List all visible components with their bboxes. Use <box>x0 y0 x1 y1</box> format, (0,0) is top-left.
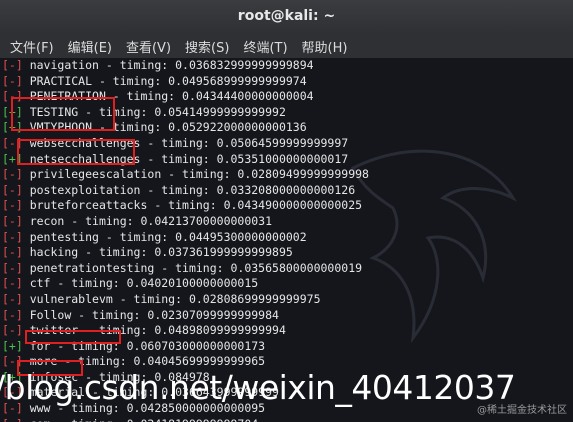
terminal-line: [-] com - timing: 0.02418199999999704 <box>2 417 369 422</box>
terminal-line: [-] privilegeescalation - timing: 0.0280… <box>2 167 369 183</box>
line-text: navigation - timing: 0.03683299999999989… <box>22 58 314 72</box>
line-text: ctf - timing: 0.04020100000000015 <box>22 276 259 291</box>
terminal-line: [-] postexploitation - timing: 0.0332080… <box>2 183 369 199</box>
menu-view[interactable]: 查看(V) <box>116 37 171 56</box>
terminal-line: [-] Follow - timing: 0.02307099999999984 <box>2 308 369 324</box>
line-text: privilegeescalation - timing: 0.02809499… <box>22 167 369 182</box>
menu-help[interactable]: 帮助(H) <box>292 37 348 56</box>
menu-edit[interactable]: 编辑(E) <box>58 37 112 56</box>
result-marker: [-] <box>2 323 23 338</box>
line-text: bruteforceattacks - timing: 0.0434900000… <box>22 198 363 213</box>
highlight-box-for <box>25 330 121 344</box>
line-text: postexploitation - timing: 0.03320800000… <box>22 182 356 197</box>
terminal-line: [-] penetrationtesting - timing: 0.03565… <box>2 261 369 277</box>
line-text: recon - timing: 0.04213700000000031 <box>22 213 273 228</box>
menu-terminal[interactable]: 终端(T) <box>233 37 287 56</box>
result-marker: [-] <box>2 58 23 72</box>
result-marker: [+] <box>2 338 23 353</box>
result-marker: [-] <box>2 182 23 197</box>
highlight-box-testing <box>11 97 115 131</box>
menu-file[interactable]: 文件(F) <box>0 37 54 56</box>
result-marker: [-] <box>2 198 23 213</box>
terminal-line: [-] PRACTICAL - timing: 0.04956899999999… <box>2 74 369 90</box>
line-text: PRACTICAL - timing: 0.049568999999999974 <box>22 73 307 88</box>
terminal-line: [-] pentesting - timing: 0.0449530000000… <box>2 230 369 246</box>
terminal-line: [-] vulnerablevm - timing: 0.02808699999… <box>2 292 369 308</box>
line-text: hacking - timing: 0.037361999999999895 <box>22 245 293 260</box>
title-bar: root@kali: ~ <box>0 0 573 34</box>
terminal-line: [-] recon - timing: 0.04213700000000031 <box>2 214 369 230</box>
result-marker: [-] <box>2 213 23 228</box>
result-marker: [-] <box>2 307 23 322</box>
line-text: com - timing: 0.02418199999999704 <box>23 417 258 422</box>
terminal-line: [-] bruteforceattacks - timing: 0.043490… <box>2 198 369 214</box>
result-marker: [-] <box>2 260 23 275</box>
terminal-line: [-] hacking - timing: 0.0373619999999998… <box>2 245 369 261</box>
terminal-line: [-] navigation - timing: 0.0368329999999… <box>2 58 369 74</box>
result-marker: [-] <box>2 417 23 422</box>
result-marker: [-] <box>2 229 23 244</box>
window-title: root@kali: ~ <box>237 8 336 24</box>
line-text: penetrationtesting - timing: 0.035658000… <box>22 260 363 275</box>
watermark-text: /blog.csdn.net/weixin_40412037 <box>0 368 516 407</box>
result-marker: [-] <box>2 245 23 260</box>
highlight-box-netsec <box>17 139 135 165</box>
result-marker: [-] <box>2 291 23 306</box>
terminal-line: [-] ctf - timing: 0.04020100000000015 <box>2 276 369 292</box>
result-marker: [-] <box>2 73 23 88</box>
result-marker: [-] <box>2 276 23 291</box>
line-text: vulnerablevm - timing: 0.028086999999999… <box>22 291 321 306</box>
line-text: pentesting - timing: 0.04495300000000002 <box>22 229 307 244</box>
result-marker: [-] <box>2 167 23 182</box>
menu-bar: 文件(F) 编辑(E) 查看(V) 搜索(S) 终端(T) 帮助(H) <box>0 34 573 58</box>
menu-search[interactable]: 搜索(S) <box>175 37 229 56</box>
line-text: Follow - timing: 0.02307099999999984 <box>22 307 279 322</box>
